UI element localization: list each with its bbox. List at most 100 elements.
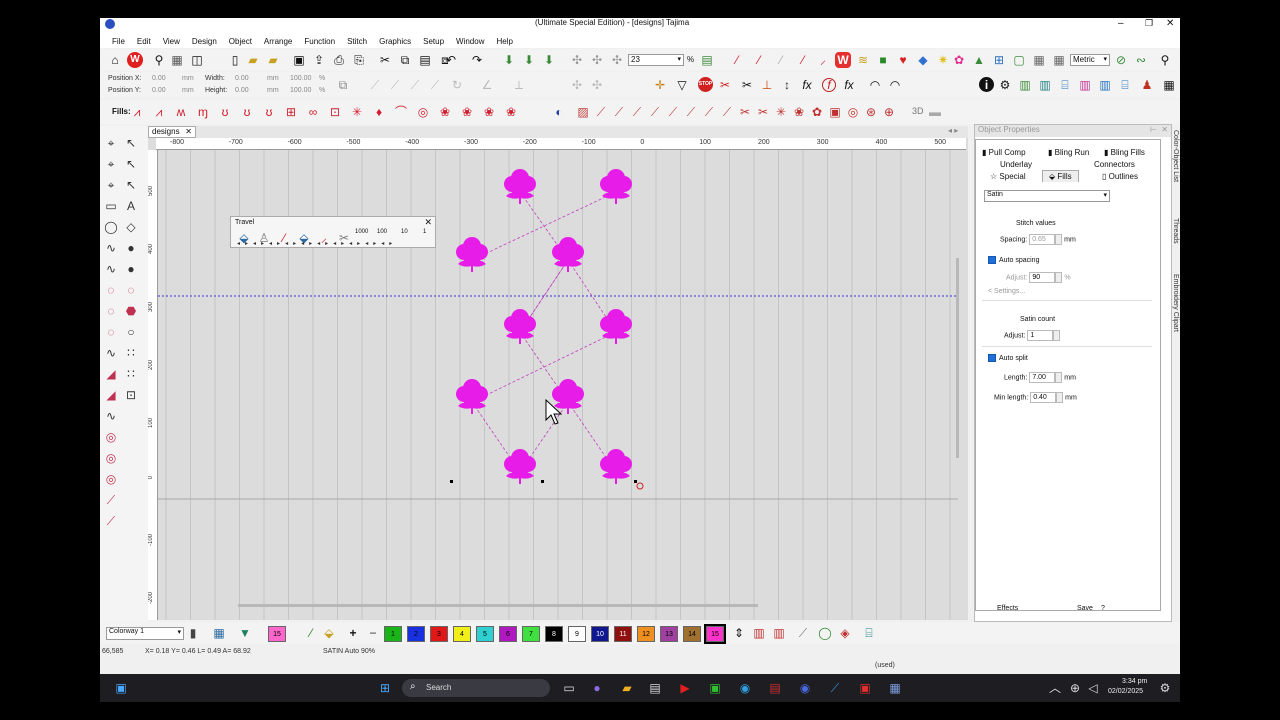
camtasia-icon[interactable]: ▣ <box>708 681 722 695</box>
pin-icon[interactable]: ⚲ <box>152 53 166 67</box>
open-recent-icon[interactable]: ▰ <box>266 53 280 67</box>
lock-icon[interactable]: ⊥ <box>760 78 774 92</box>
menu-design[interactable]: Design <box>192 37 217 46</box>
digitizing-tool-icon[interactable]: ◢ <box>104 388 118 402</box>
3d-button[interactable]: 3D <box>912 106 924 116</box>
effect-icon[interactable]: ▨ <box>576 105 590 119</box>
effect-icon[interactable]: ✂ <box>756 105 770 119</box>
add-color-icon[interactable]: + <box>346 626 360 640</box>
satin-adjust-spin[interactable] <box>1053 330 1061 341</box>
taskbar-search[interactable]: ⌕ Search <box>402 679 550 697</box>
wilcom-icon[interactable]: W <box>127 52 143 68</box>
grid-icon[interactable]: ⊞ <box>992 53 1006 67</box>
scroll-colors-icon[interactable]: ⇕ <box>732 626 746 640</box>
crescent-icon[interactable]: ◐ <box>552 105 566 119</box>
digitizing-tool-icon[interactable]: ● <box>124 262 138 276</box>
adjust-spin[interactable] <box>1055 272 1063 283</box>
flat-icon[interactable]: ▬ <box>928 105 942 119</box>
eyedropper-icon[interactable]: ⁄ <box>304 626 318 640</box>
start-point-icon[interactable]: ✛ <box>653 78 667 92</box>
satin-adjust-field[interactable]: 1 <box>1027 330 1054 341</box>
flower-motif[interactable] <box>504 309 536 344</box>
effect-icon[interactable]: ⟋ <box>720 105 734 119</box>
close-icon[interactable]: ✕ <box>1161 125 1168 134</box>
design-canvas[interactable]: -800 -700 -600 -500 -400 -300 -200 -100 0 100 200 3… <box>148 138 968 620</box>
thread-chart-icon[interactable]: ▥ <box>752 626 766 640</box>
landscape-icon[interactable]: ▲ <box>972 53 986 67</box>
tab-outlines[interactable]: ▯ Outlines <box>1102 172 1138 181</box>
appliqué-icon[interactable]: ■ <box>876 53 890 67</box>
thread-swatch[interactable]: 1 <box>384 626 402 642</box>
settings-button[interactable]: Settings... <box>994 288 1025 295</box>
digitizing-tool-icon[interactable]: ◌ <box>124 283 138 297</box>
reshape-icon[interactable]: ∾ <box>1134 53 1148 67</box>
digitizing-tool-icon[interactable]: ◎ <box>104 472 118 486</box>
digitizing-tool-icon[interactable]: ∷ <box>124 367 138 381</box>
fill-type-icon[interactable]: ⌒ <box>394 105 408 119</box>
fill-line-icon[interactable]: ⁄ <box>752 53 766 67</box>
effect-icon[interactable]: ⊕ <box>882 105 896 119</box>
fill-type-icon[interactable]: ʊ <box>218 105 232 119</box>
effect-icon[interactable]: ⟋ <box>702 105 716 119</box>
fill-type-icon[interactable]: ◎ <box>416 105 430 119</box>
tab-embroidery-clipart[interactable]: Embroidery Clipart <box>1172 274 1179 332</box>
height-percent-field[interactable]: 100.00 <box>290 87 311 94</box>
rotate-angle-icon[interactable]: ∠ <box>480 78 494 92</box>
digitizing-tool-icon[interactable]: ◎ <box>104 430 118 444</box>
tab-bling-fills[interactable]: ▮ Bling Fills <box>1104 148 1145 157</box>
thread-swatch[interactable]: 6 <box>499 626 517 642</box>
selection-handle[interactable] <box>634 480 637 483</box>
digitizing-tool-icon[interactable]: ⊡ <box>124 388 138 402</box>
hatch-icon[interactable]: ⁄ <box>774 53 788 67</box>
tab-pull-comp[interactable]: ▮ Pull Comp <box>982 148 1026 157</box>
hoop-icon[interactable]: ⌸ <box>1118 78 1132 92</box>
pdf-icon[interactable]: ▤ <box>768 681 782 695</box>
needle-icon[interactable]: ⸝ <box>816 53 830 67</box>
minimize-icon[interactable]: – <box>1118 18 1124 29</box>
tab-bling-run[interactable]: ▮ Bling Run <box>1048 148 1089 157</box>
thread-list-icon[interactable]: ▥ <box>772 626 786 640</box>
stitch-player-icon[interactable]: ⬇ <box>502 53 516 67</box>
menu-setup[interactable]: Setup <box>423 37 444 46</box>
digitizing-tool-icon[interactable]: ∿ <box>104 346 118 360</box>
spacing-spin[interactable] <box>1055 234 1063 245</box>
clock-time[interactable]: 3:34 pm <box>1122 678 1147 685</box>
save-icon[interactable]: ▣ <box>292 53 306 67</box>
circle-icon[interactable]: ◯ <box>818 626 832 640</box>
line-icon[interactable]: ⟋ <box>796 626 810 640</box>
digitizing-tool-icon[interactable]: ∿ <box>104 262 118 276</box>
fill-type-icon[interactable]: ❀ <box>460 105 474 119</box>
units-select[interactable]: Metric ▾ <box>1070 54 1110 66</box>
home-icon[interactable]: ⌂ <box>108 53 122 67</box>
measure-icon[interactable]: ⊘ <box>1114 53 1128 67</box>
digitizing-tool-icon[interactable]: ◯ <box>104 220 118 234</box>
show-objects-icon[interactable]: ✣ <box>590 53 604 67</box>
effect-icon[interactable]: ⟋ <box>648 105 662 119</box>
tab-designs[interactable]: designs ✕ <box>148 126 196 138</box>
tab-connectors[interactable]: Connectors <box>1094 160 1135 169</box>
spacing-field[interactable]: 0.65 <box>1029 234 1056 245</box>
fill-type-icon[interactable]: ʍ <box>174 105 188 119</box>
zoom-input[interactable]: 23 ▾ <box>628 54 684 66</box>
menu-window[interactable]: Window <box>456 37 484 46</box>
satin-line-icon[interactable]: ⁄ <box>730 53 744 67</box>
flower-motif[interactable] <box>504 169 536 204</box>
colorway-bars-icon[interactable]: ▮ <box>186 626 200 640</box>
digitizing-tool-icon[interactable]: ∷ <box>124 346 138 360</box>
menu-file[interactable]: File <box>112 37 125 46</box>
pattern-line-icon[interactable]: ⁄ <box>796 53 810 67</box>
digitizing-tool-icon[interactable]: ◇ <box>124 220 138 234</box>
machine-icon[interactable]: ⚙ <box>998 78 1012 92</box>
thread-chart-icon[interactable]: ▥ <box>1038 78 1052 92</box>
new-file-icon[interactable]: ▯ <box>228 53 242 67</box>
tab-special[interactable]: ☆ Special <box>990 172 1026 181</box>
show-grid-icon[interactable]: ▦ <box>1052 53 1066 67</box>
menu-graphics[interactable]: Graphics <box>379 37 411 46</box>
show-stitches-icon[interactable]: ✣ <box>570 53 584 67</box>
auto-spacing-row[interactable]: Auto spacing <box>988 256 1039 264</box>
volume-icon[interactable]: ◁ <box>1086 681 1100 695</box>
task-view-icon[interactable]: ▭ <box>562 681 576 695</box>
multi-needle-icon[interactable]: ▥ <box>1078 78 1092 92</box>
digitizing-tool-icon[interactable]: ⟋ <box>104 493 118 507</box>
thread-swatch[interactable]: 11 <box>614 626 632 642</box>
